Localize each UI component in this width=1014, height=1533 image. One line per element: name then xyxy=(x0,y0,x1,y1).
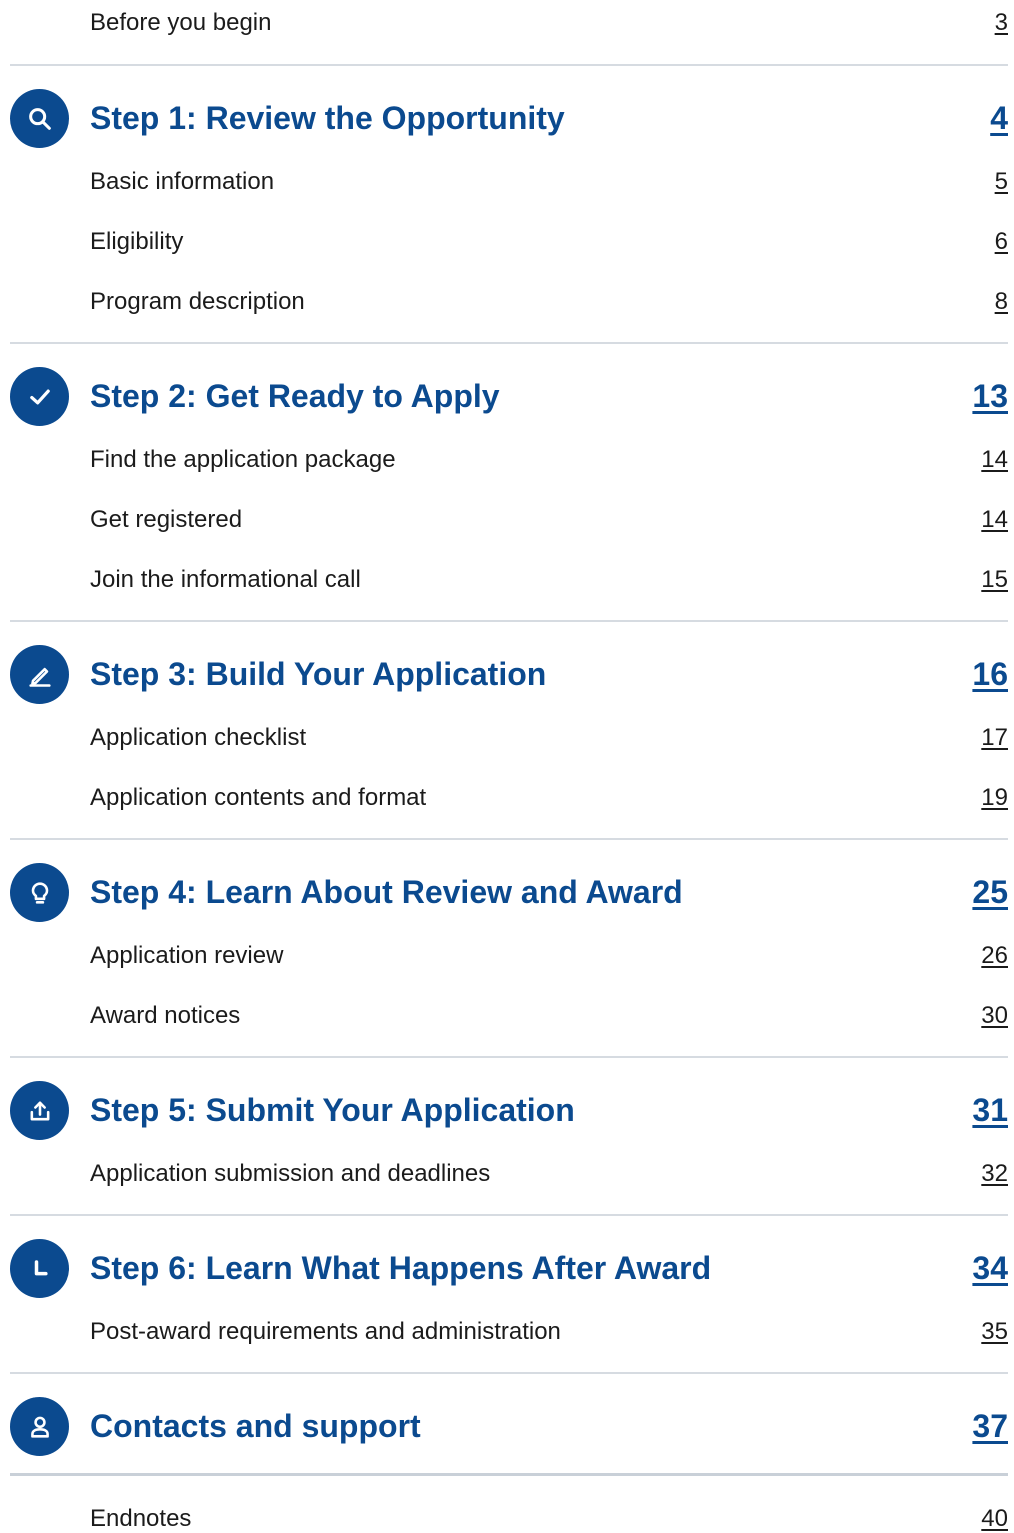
toc-page-link[interactable]: 6 xyxy=(995,227,1008,257)
toc-page-link[interactable]: 5 xyxy=(995,167,1008,197)
divider xyxy=(10,1473,1008,1476)
toc-entry-label: Join the informational call xyxy=(90,566,361,593)
pencil-icon xyxy=(10,645,69,704)
step-title: Contacts and support xyxy=(90,1408,421,1444)
toc-page-link[interactable]: 35 xyxy=(981,1317,1008,1347)
divider xyxy=(10,342,1008,344)
toc-entry-label: Application submission and deadlines xyxy=(90,1160,491,1187)
toc-entry-label: Find the application package xyxy=(90,446,396,473)
search-icon xyxy=(10,89,69,148)
toc-page-link[interactable]: 40 xyxy=(981,1504,1008,1533)
toc-entry-label: Get registered xyxy=(90,506,243,533)
upload-icon xyxy=(10,1081,69,1140)
person-icon xyxy=(10,1397,69,1456)
clock-icon xyxy=(10,1239,69,1298)
step-title: Step 1: Review the Opportunity xyxy=(90,100,565,136)
divider xyxy=(10,1214,1008,1216)
step-title: Step 4: Learn About Review and Award xyxy=(90,874,683,910)
lightbulb-icon xyxy=(10,863,69,922)
toc-page-link[interactable]: 3 xyxy=(995,8,1008,38)
toc-page-link[interactable]: 37 xyxy=(972,1406,1008,1446)
divider xyxy=(10,620,1008,622)
toc-entry-label: Program description xyxy=(90,288,305,315)
toc-entry-label: Application checklist xyxy=(90,724,307,751)
toc-page-link[interactable]: 30 xyxy=(981,1001,1008,1031)
toc-page-link[interactable]: 4 xyxy=(990,98,1008,138)
toc-page-link[interactable]: 32 xyxy=(981,1159,1008,1189)
divider xyxy=(10,838,1008,840)
toc-entry-label: Eligibility xyxy=(90,228,184,255)
divider xyxy=(10,1372,1008,1374)
toc-page-link[interactable]: 14 xyxy=(981,445,1008,475)
toc-page-link[interactable]: 34 xyxy=(972,1248,1008,1288)
toc-entry-label: Application review xyxy=(90,942,284,969)
toc-page-link[interactable]: 31 xyxy=(972,1090,1008,1130)
toc-page-link[interactable]: 25 xyxy=(972,872,1008,912)
step-title: Step 5: Submit Your Application xyxy=(90,1092,575,1128)
toc-entry-label: Basic information xyxy=(90,168,275,195)
divider xyxy=(10,64,1008,66)
toc-page-link[interactable]: 8 xyxy=(995,287,1008,317)
toc-entry-label: Before you begin xyxy=(90,9,272,36)
toc-entry-label: Post-award requirements and administrati… xyxy=(90,1318,561,1345)
toc-page-link[interactable]: 14 xyxy=(981,505,1008,535)
toc-page-link[interactable]: 26 xyxy=(981,941,1008,971)
check-icon xyxy=(10,367,69,426)
toc-page-link[interactable]: 15 xyxy=(981,565,1008,595)
step-title: Step 2: Get Ready to Apply xyxy=(90,378,500,414)
step-title: Step 6: Learn What Happens After Award xyxy=(90,1250,712,1286)
toc-page-link[interactable]: 19 xyxy=(981,783,1008,813)
step-title: Step 3: Build Your Application xyxy=(90,656,547,692)
divider xyxy=(10,1056,1008,1058)
toc-page-link[interactable]: 13 xyxy=(972,376,1008,416)
toc-entry-label: Endnotes xyxy=(90,1505,192,1532)
toc-page-link[interactable]: 17 xyxy=(981,723,1008,753)
toc-entry-label: Application contents and format xyxy=(90,784,427,811)
toc-entry-label: Award notices xyxy=(90,1002,241,1029)
toc-page-link[interactable]: 16 xyxy=(972,654,1008,694)
